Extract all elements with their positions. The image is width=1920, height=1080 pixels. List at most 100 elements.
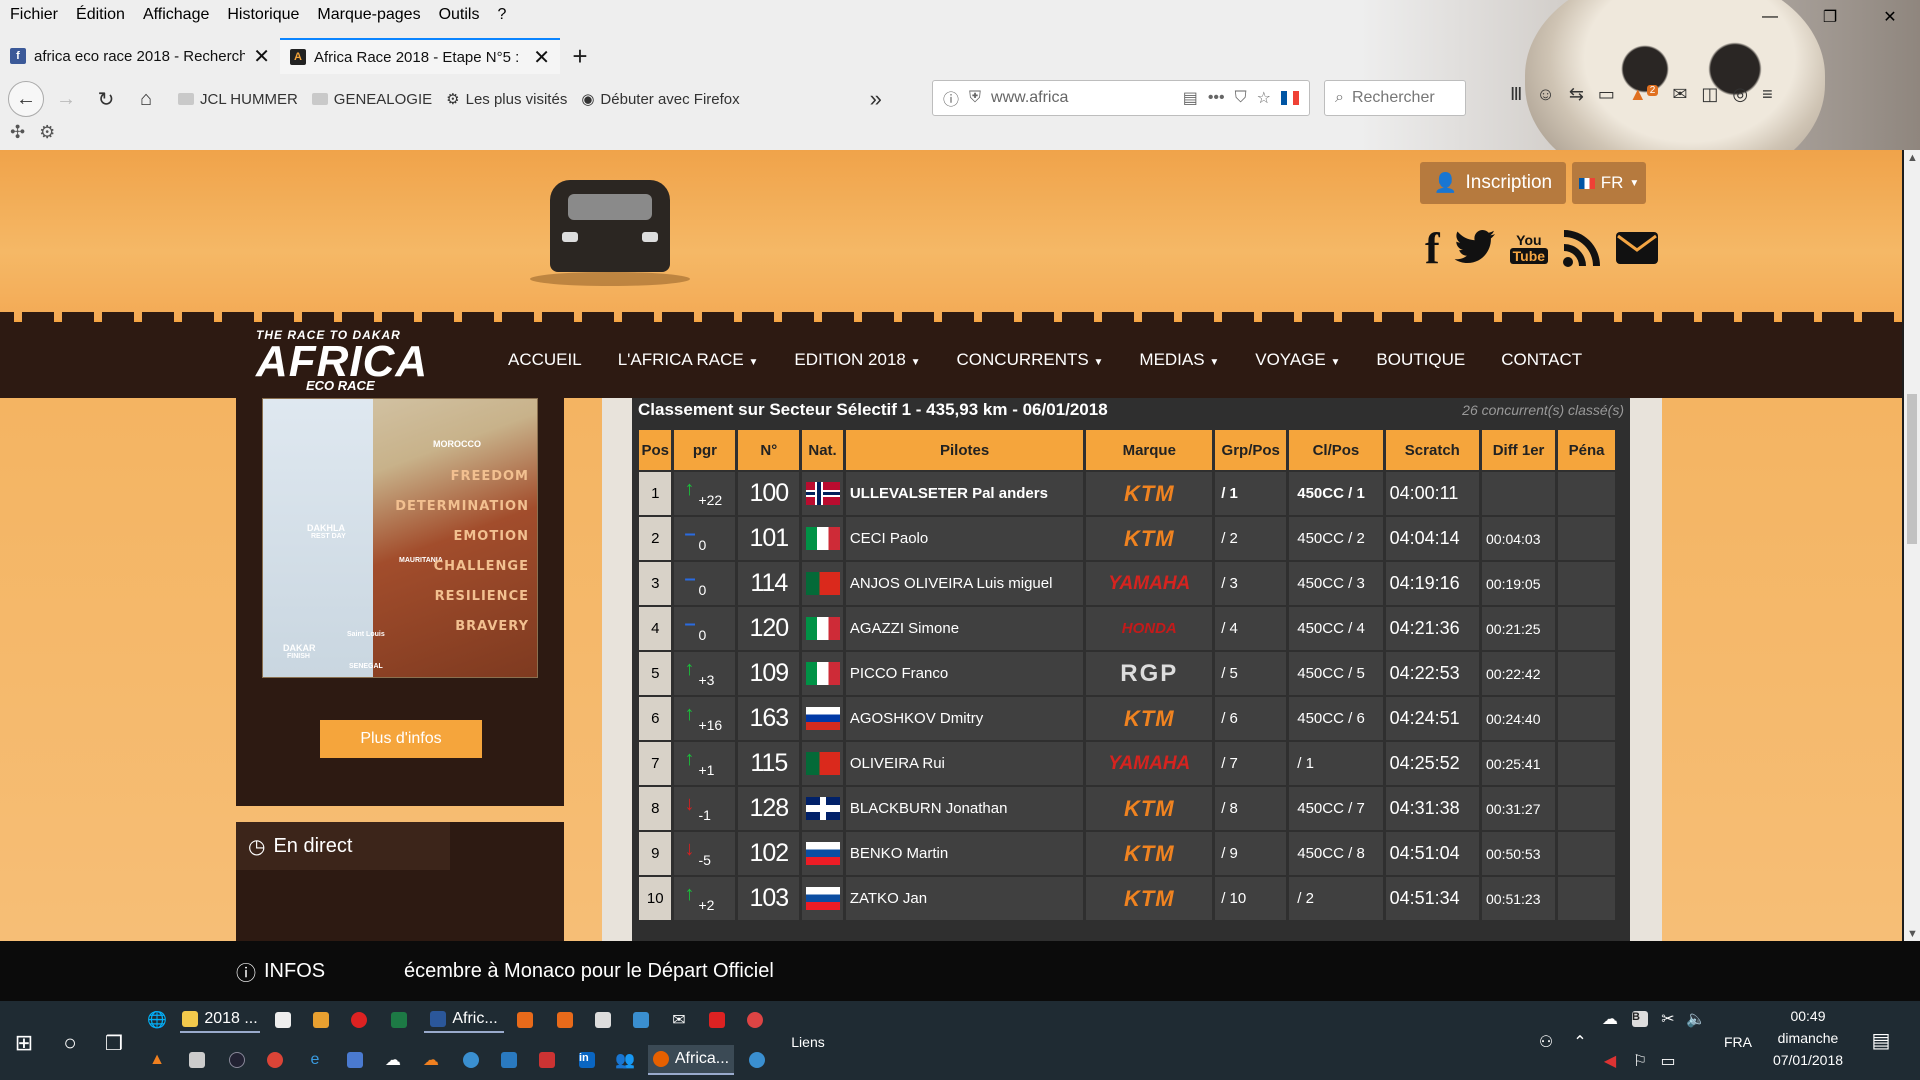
network-tray-icon[interactable]: ⚐ [1630,1051,1650,1071]
puzzle-icon[interactable]: ✣ [10,122,25,143]
volume-icon[interactable]: 🔈 [1686,1009,1706,1029]
reader-view-icon[interactable]: ▤ [1183,88,1198,108]
close-tab-icon[interactable]: ✕ [533,45,550,70]
liens-toolbar[interactable]: Liens [786,1031,830,1053]
calendar-icon[interactable] [592,1009,614,1031]
bookmark-jcl-hummer[interactable]: JCL HUMMER [178,91,298,108]
news-ticker[interactable]: écembre à Monaco pour le Départ Officiel [404,941,774,1001]
speaker-tray-icon[interactable]: ◀ [1600,1051,1620,1071]
onedrive-icon[interactable]: ☁ [1600,1009,1620,1029]
windows-start-icon[interactable]: ⊞ [6,1025,42,1061]
table-row[interactable]: 2–0 101 CECI Paolo KTM/ 2 450CC / 2 04:04:14 0… [639,517,1615,560]
display-tray-icon[interactable]: ▭ [1658,1051,1678,1071]
taskbar-firefox-button[interactable]: Africa... [648,1045,734,1075]
bookmark-most-visited[interactable]: ⚙ Les plus visités [446,90,567,109]
nav-edition-2018[interactable]: EDITION 2018 ▼ [776,350,938,370]
table-row[interactable]: 5 ↑ +3 109 PICCO Franco RGP/ 5 450CC / 5 04:22:… [639,652,1615,695]
gear-icon[interactable]: ⚙ [39,122,55,143]
home-button[interactable]: ⌂ [128,81,164,117]
vlc-icon[interactable]: ▲ [146,1049,168,1071]
table-row[interactable]: 8 ↓ -1 128 BLACKBURN Jonathan KTM/ 8 450CC / 7… [639,787,1615,830]
photos-icon[interactable] [630,1009,652,1031]
menu-historique[interactable]: Historique [227,6,299,24]
pilot-cell[interactable]: ZATKO Jan [845,877,1084,920]
tab-africa-race[interactable]: A Africa Race 2018 - Etape N°5 : ✕ [280,38,560,74]
french-flag-icon[interactable] [1281,91,1299,105]
shield-icon[interactable]: ⛨ [969,89,981,107]
forward-button[interactable]: → [48,81,84,117]
twitter-icon[interactable] [1454,228,1496,268]
menu-marque-pages[interactable]: Marque-pages [317,6,420,24]
app-icon[interactable] [498,1049,520,1071]
task-view-icon[interactable]: ❒ [96,1025,132,1061]
linkedin-icon[interactable]: in [576,1049,598,1071]
rss-icon[interactable] [1562,228,1602,268]
app-icon[interactable] [744,1009,766,1031]
pilot-cell[interactable]: AGAZZI Simone [845,607,1084,650]
table-row[interactable]: 6 ↑ +16 163 AGOSHKOV Dmitry KTM/ 6 450CC / 6 04… [639,697,1615,740]
menu-fichier[interactable]: Fichier [10,6,58,24]
bookmark-genealogie[interactable]: GENEALOGIE [311,91,432,108]
facebook-icon[interactable]: f [1425,224,1440,273]
back-button[interactable]: ← [8,81,44,117]
scroll-up-arrow-icon[interactable]: ▲ [1907,152,1918,164]
app-icon[interactable] [554,1009,576,1031]
nav-accueil[interactable]: ACCUEIL [490,350,600,370]
app-b-icon[interactable] [706,1009,728,1031]
taskbar-word-button[interactable]: Afric... [424,1007,504,1033]
plus-infos-button[interactable]: Plus d'infos [320,720,482,758]
nav-contact[interactable]: CONTACT [1483,350,1600,370]
cloud-orange-icon[interactable]: ☁ [420,1049,442,1071]
notification-badge-icon[interactable]: ▲ 2 [1629,84,1659,105]
mail-icon[interactable]: ✉ [1672,84,1687,105]
app-icon[interactable] [344,1049,366,1071]
sidebar-icon[interactable]: ◫ [1701,84,1718,105]
table-row[interactable]: 10 ↑ +2 103 ZATKO Jan KTM/ 10/ 2 04:51:34 00:51… [639,877,1615,920]
new-tab-button[interactable]: + [560,38,600,74]
globe-icon[interactable]: 🌐 [146,1009,168,1031]
taskbar-explorer-button[interactable]: 2018 ... [180,1007,260,1033]
tray-chevron-icon[interactable]: ⌃ [1570,1031,1590,1053]
opera-icon[interactable] [348,1009,370,1031]
app-icon[interactable] [226,1049,248,1071]
people-icon[interactable]: 👥 [614,1049,636,1071]
chrome-icon[interactable] [264,1049,286,1071]
screenshot-icon[interactable]: ▭ [1598,84,1615,105]
cloud-icon[interactable]: ☁ [382,1049,404,1071]
sync-icon[interactable]: ◎ [1732,84,1748,105]
menu-outils[interactable]: Outils [439,6,480,24]
minimize-button[interactable]: — [1740,0,1800,34]
library-icon[interactable]: Ⅲ [1510,84,1522,105]
bookmark-getting-started[interactable]: ◉ Débuter avec Firefox [581,90,739,109]
menu-help[interactable]: ? [497,6,506,24]
table-row[interactable]: 3–0 114 ANJOS OLIVEIRA Luis miguel YAMAHA / … [639,562,1615,605]
input-language[interactable]: FRA [1720,1031,1756,1053]
translate-icon[interactable]: ⇆ [1569,84,1584,105]
close-tab-icon[interactable]: ✕ [253,44,270,69]
pilot-cell[interactable]: PICCO Franco [845,652,1084,695]
emoji-icon[interactable]: ☺ [1536,84,1554,105]
scroll-down-arrow-icon[interactable]: ▼ [1907,928,1918,940]
table-row[interactable]: 4–0 120 AGAZZI Simone HONDA/ 4 450CC / 4 04:2… [639,607,1615,650]
pilot-cell[interactable]: BENKO Martin [845,832,1084,875]
table-row[interactable]: 7 ↑ +1 115 OLIVEIRA Rui YAMAHA/ 7/ 1 04:25:52 0… [639,742,1615,785]
nav-voyage[interactable]: VOYAGE ▼ [1237,350,1358,370]
media-icon[interactable] [310,1009,332,1031]
excel-icon[interactable] [388,1009,410,1031]
pilot-cell[interactable]: AGOSHKOV Dmitry [845,697,1084,740]
nav-africa-race[interactable]: L'AFRICA RACE ▼ [600,350,777,370]
store-icon[interactable] [272,1009,294,1031]
pilot-cell[interactable]: CECI Paolo [845,517,1084,560]
search-circle-icon[interactable]: ○ [52,1025,88,1061]
url-bar[interactable]: ⓘ ⛨ www.africa ▤ ••• ⛉ ☆ [932,80,1310,116]
network-icon[interactable] [460,1049,482,1071]
menu-affichage[interactable]: Affichage [143,6,209,24]
route-map-image[interactable]: MOROCCO DAKHLA REST DAY MAURITANIA SENEG… [262,398,538,678]
inscription-button[interactable]: 👤 Inscription [1420,162,1566,204]
mail-icon[interactable]: ✉ [668,1009,690,1031]
tab-search[interactable]: f africa eco race 2018 - Recherch ✕ [0,38,280,74]
table-row[interactable]: 9 ↓ -5 102 BENKO Martin KTM/ 9 450CC / 8 04:51:… [639,832,1615,875]
nav-boutique[interactable]: BOUTIQUE [1358,350,1483,370]
action-center-icon[interactable]: ▤ [1866,1025,1896,1055]
star-icon[interactable]: ☆ [1257,88,1271,108]
